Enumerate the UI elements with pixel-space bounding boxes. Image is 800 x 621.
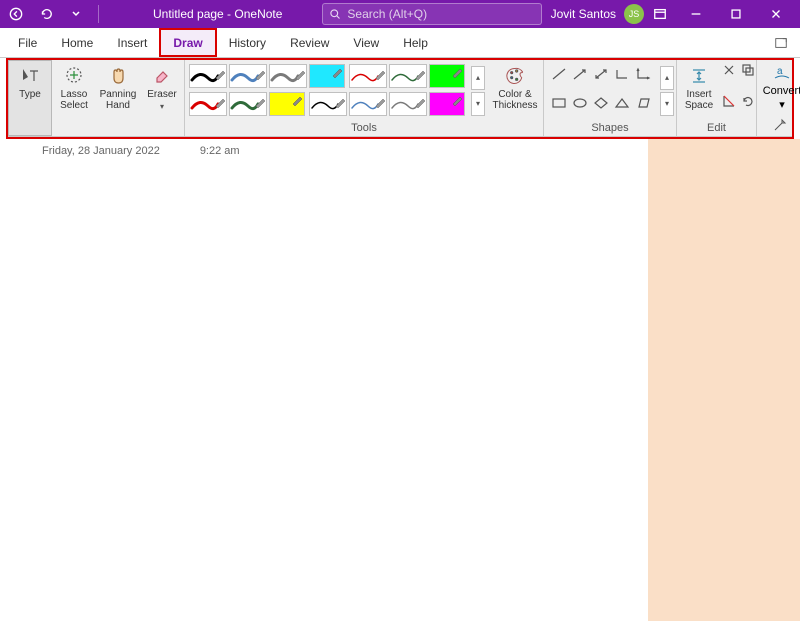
shape-double-arrow[interactable] — [592, 66, 610, 82]
pin-ribbon-icon[interactable] — [774, 117, 788, 134]
menu-insert[interactable]: Insert — [105, 28, 159, 57]
side-panel[interactable] — [648, 139, 800, 621]
undo-button[interactable] — [34, 2, 58, 26]
page-time: 9:22 am — [200, 145, 240, 157]
menu-view[interactable]: View — [341, 28, 391, 57]
pen-swatch[interactable] — [389, 64, 427, 88]
user-name[interactable]: Jovit Santos — [551, 7, 616, 21]
convert-icon: a — [772, 64, 792, 84]
pen-swatch[interactable] — [389, 92, 427, 116]
cursor-text-icon — [20, 66, 40, 86]
pen-swatch[interactable] — [189, 92, 227, 116]
menu-file[interactable]: File — [6, 28, 49, 57]
shapes-gallery[interactable] — [544, 60, 658, 121]
axis-toggle-icon[interactable] — [721, 93, 737, 121]
group-label-tools: Tools — [185, 121, 543, 136]
page-area: Friday, 28 January 2022 9:22 am — [0, 139, 800, 621]
lasso-select-tool[interactable]: Lasso Select — [52, 60, 96, 136]
delete-icon[interactable] — [721, 62, 737, 90]
highlighter-swatch[interactable] — [429, 92, 465, 116]
palette-icon — [505, 66, 525, 86]
menu-home[interactable]: Home — [49, 28, 105, 57]
pen-gallery[interactable] — [185, 60, 469, 121]
arrange-icon[interactable] — [740, 62, 756, 90]
highlighter-swatch[interactable] — [309, 64, 345, 88]
ribbon-highlight: Type Lasso Select Panning Hand Eraser ▾ … — [6, 58, 794, 139]
up-arrow-icon[interactable]: ▴ — [471, 66, 485, 90]
shape-parallelogram[interactable] — [634, 95, 652, 111]
pen-icon — [331, 66, 343, 78]
shape-rect[interactable] — [550, 95, 568, 111]
qat-dropdown-icon[interactable] — [64, 2, 88, 26]
hand-icon — [108, 66, 128, 86]
color-thickness-button[interactable]: Color & Thickness — [487, 60, 543, 121]
pen-swatch[interactable] — [189, 64, 227, 88]
group-label-edit: Edit — [677, 121, 756, 136]
type-tool[interactable]: Type — [8, 60, 52, 136]
pen-swatch[interactable] — [349, 92, 387, 116]
menu-review[interactable]: Review — [278, 28, 341, 57]
edit-icons — [721, 60, 756, 121]
chevron-down-icon: ▾ — [160, 102, 164, 111]
page-date: Friday, 28 January 2022 — [42, 145, 160, 157]
separator — [98, 5, 99, 23]
shapes-gallery-scroll[interactable]: ▴ ▾ — [658, 60, 676, 121]
window-layout-icon[interactable] — [648, 2, 672, 26]
pen-swatch[interactable] — [229, 92, 267, 116]
down-arrow-icon[interactable]: ▾ — [660, 92, 674, 116]
highlighter-swatch[interactable] — [269, 92, 305, 116]
search-placeholder: Search (Alt+Q) — [347, 7, 427, 21]
pen-icon — [451, 66, 463, 78]
shape-arrow[interactable] — [571, 66, 589, 82]
pen-swatch[interactable] — [309, 92, 347, 116]
shape-axis2d[interactable] — [634, 66, 652, 82]
maximize-button[interactable] — [716, 0, 756, 28]
shape-diamond[interactable] — [592, 95, 610, 111]
menu-history[interactable]: History — [217, 28, 278, 57]
menu-draw[interactable]: Draw — [159, 28, 216, 57]
window-title: Untitled page - OneNote — [153, 7, 282, 21]
pen-swatch[interactable] — [269, 64, 307, 88]
chevron-down-icon: ▾ — [779, 98, 785, 111]
shape-ellipse[interactable] — [571, 95, 589, 111]
svg-text:a: a — [777, 66, 783, 77]
lasso-icon — [64, 66, 84, 86]
eraser-icon — [152, 66, 172, 86]
menu-bar: File Home Insert Draw History Review Vie… — [0, 28, 800, 58]
insert-space-icon — [689, 66, 709, 86]
pen-swatch[interactable] — [349, 64, 387, 88]
title-bar: Untitled page - OneNote Search (Alt+Q) J… — [0, 0, 800, 28]
shape-line[interactable] — [550, 66, 568, 82]
ribbon: Type Lasso Select Panning Hand Eraser ▾ … — [8, 60, 792, 137]
rotate-icon[interactable] — [740, 93, 756, 121]
shape-triangle[interactable] — [613, 95, 631, 111]
pen-icon — [291, 94, 303, 106]
shape-elbow[interactable] — [613, 66, 631, 82]
search-input[interactable]: Search (Alt+Q) — [322, 3, 542, 25]
up-arrow-icon[interactable]: ▴ — [660, 66, 674, 90]
user-avatar[interactable]: JS — [624, 4, 644, 24]
share-button[interactable] — [768, 28, 794, 57]
close-button[interactable] — [756, 0, 796, 28]
minimize-button[interactable] — [676, 0, 716, 28]
group-label-shapes: Shapes — [544, 121, 676, 136]
down-arrow-icon[interactable]: ▾ — [471, 92, 485, 116]
panning-hand-tool[interactable]: Panning Hand — [96, 60, 140, 136]
highlighter-swatch[interactable] — [429, 64, 465, 88]
search-icon — [329, 8, 341, 20]
eraser-tool[interactable]: Eraser ▾ — [140, 60, 184, 136]
pen-swatch[interactable] — [229, 64, 267, 88]
pen-gallery-scroll[interactable]: ▴ ▾ — [469, 60, 487, 121]
back-button[interactable] — [4, 2, 28, 26]
menu-help[interactable]: Help — [391, 28, 440, 57]
pen-icon — [451, 94, 463, 106]
insert-space-button[interactable]: Insert Space — [677, 60, 721, 121]
page-canvas[interactable]: Friday, 28 January 2022 9:22 am — [0, 139, 648, 621]
